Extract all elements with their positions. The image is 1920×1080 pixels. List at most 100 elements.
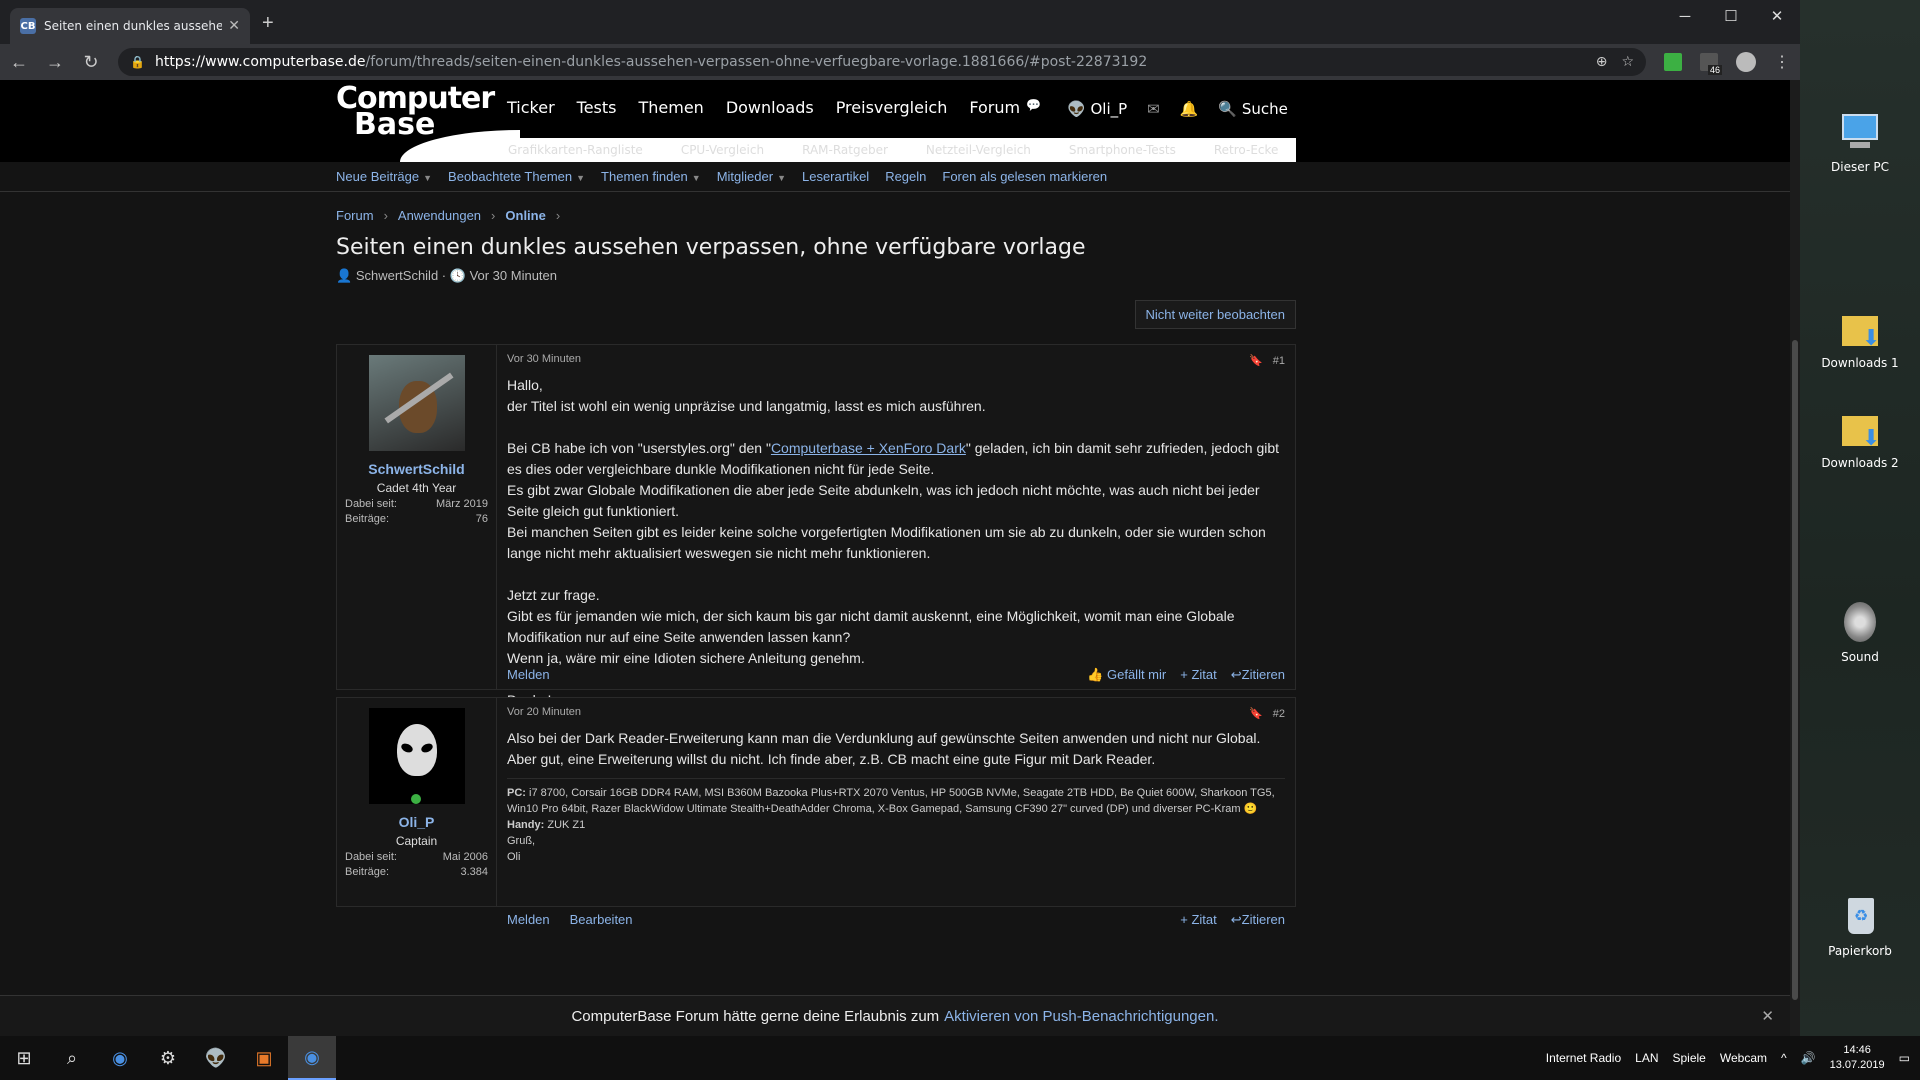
post-line: Es gibt zwar Globale Modifikationen die … [507,482,1260,519]
avatar[interactable] [368,708,465,804]
post-number-label[interactable]: #2 [1273,708,1285,720]
reply-button[interactable]: ↩Zitieren [1231,912,1285,928]
nav-tests[interactable]: Tests [577,98,617,117]
nav-beobachtete-themen[interactable]: Beobachtete Themen ▼ [448,169,585,184]
windows-start-icon[interactable]: ⊞ [0,1036,48,1080]
reply-arrow-icon: ↩ [1230,912,1242,927]
nav-ticker[interactable]: Ticker [507,98,555,117]
edit-link[interactable]: Bearbeiten [570,912,633,928]
chrome-active-icon[interactable]: ◉ [288,1036,336,1080]
reply-button[interactable]: ↩Zitieren [1231,667,1285,683]
reload-icon[interactable]: ↻ [82,52,100,73]
profile-avatar-icon[interactable] [1736,52,1756,72]
user-icon: 👤 [336,268,353,283]
thread-title: Seiten einen dunkles aussehen verpassen,… [336,235,1086,260]
notification-center-icon[interactable]: ▭ [1899,1051,1910,1065]
tv-app-icon[interactable]: ▣ [240,1036,288,1080]
desktop-icon-downloads-1[interactable]: ⬇ Downloads 1 [1808,304,1912,370]
quick-link[interactable]: Smartphone-Tests [1069,143,1176,157]
thread-author[interactable]: SchwertSchild [356,268,438,283]
desktop-icon-this-pc[interactable]: Dieser PC [1808,108,1912,174]
enable-push-link[interactable]: Aktivieren von Push-Benachrichtigungen. [944,1008,1218,1025]
nav-themen-finden[interactable]: Themen finden ▼ [601,169,701,184]
toolbar-lan[interactable]: LAN [1635,1051,1658,1065]
minimize-icon[interactable]: ─ [1662,0,1708,32]
address-bar[interactable]: 🔒 https://www.computerbase.de/forum/thre… [118,48,1646,76]
report-link[interactable]: Melden [507,667,550,683]
report-link[interactable]: Melden [507,912,550,928]
forward-icon[interactable]: → [46,52,64,73]
crumb-forum[interactable]: Forum [336,208,374,223]
quote-button[interactable]: + Zitat [1180,667,1217,683]
close-tab-icon[interactable]: ✕ [228,18,240,34]
nav-mark-read[interactable]: Foren als gelesen markieren [942,169,1107,184]
extension-badge-icon[interactable]: 46 [1700,53,1722,75]
quick-link[interactable]: RAM-Ratgeber [802,143,888,157]
extension-green-icon[interactable] [1664,53,1682,71]
bell-icon[interactable]: 🔔 [1180,100,1199,118]
tray-chevron-icon[interactable]: ^ [1781,1051,1787,1065]
back-icon[interactable]: ← [10,52,28,73]
new-tab-icon[interactable]: + [262,12,274,35]
quick-link[interactable]: Grafikkarten-Rangliste [508,143,643,157]
sig-pc: PC: i7 8700, Corsair 16GB DDR4 RAM, MSI … [507,785,1285,817]
search-icon[interactable]: ⌕ [48,1036,96,1080]
scrollbar-thumb[interactable] [1792,340,1798,1000]
browser-tab[interactable]: CB Seiten einen dunkles aussehen ve ✕ [10,8,250,44]
unwatch-button[interactable]: Nicht weiter beobachten [1134,300,1296,329]
user-menu[interactable]: 👽 Oli_P [1067,100,1127,118]
site-logo[interactable]: Computer Base [336,84,495,140]
post-username[interactable]: SchwertSchild [345,461,488,477]
mail-icon[interactable]: ✉ [1147,100,1160,118]
maximize-icon[interactable]: ☐ [1708,0,1754,32]
post-time[interactable]: Vor 20 Minuten [507,706,1285,718]
nav-downloads[interactable]: Downloads [726,98,814,117]
close-banner-icon[interactable]: ✕ [1761,1007,1774,1025]
post-body: Vor 30 Minuten 🔖 #1 Hallo, der Titel ist … [497,345,1295,708]
nav-leserartikel[interactable]: Leserartikel [802,169,869,184]
crumb-anwendungen[interactable]: Anwendungen [398,208,481,223]
avatar[interactable] [368,355,465,451]
nav-regeln[interactable]: Regeln [885,169,926,184]
quick-link[interactable]: CPU-Vergleich [681,143,764,157]
post-username[interactable]: Oli_P [345,814,488,830]
nav-themen[interactable]: Themen [638,98,703,117]
caret-down-icon: ▼ [777,173,786,183]
nav-label: Mitglieder [716,169,774,184]
clock[interactable]: 14:46 13.07.2019 [1830,1043,1885,1073]
toolbar-spiele[interactable]: Spiele [1673,1051,1706,1065]
toolbar-webcam[interactable]: Webcam [1720,1051,1767,1065]
bookmark-icon[interactable]: 🔖 [1249,355,1263,367]
chrome-icon[interactable]: ◉ [96,1036,144,1080]
sig-greeting: Gruß, [507,835,536,847]
alien-app-icon[interactable]: 👽 [192,1036,240,1080]
bookmark-icon[interactable]: 🔖 [1249,708,1263,720]
desktop-icon-sound[interactable]: Sound [1808,598,1912,664]
nav-forum[interactable]: Forum 💬 [969,98,1041,117]
install-icon[interactable]: ⊕ [1596,54,1608,70]
desktop-icon-downloads-2[interactable]: ⬇ Downloads 2 [1808,404,1912,470]
menu-kebab-icon[interactable]: ⋮ [1774,52,1790,72]
nav-preisvergleich[interactable]: Preisvergleich [836,98,948,117]
steam-icon[interactable]: ⚙ [144,1036,192,1080]
sig-label: Handy: [507,819,545,831]
toolbar-internet-radio[interactable]: Internet Radio [1546,1051,1621,1065]
desktop-icon-recycle-bin[interactable]: ♻ Papierkorb [1808,892,1912,958]
quick-link[interactable]: Retro-Ecke [1214,143,1279,157]
crumb-online[interactable]: Online [505,208,545,223]
taskbar: ⊞ ⌕ ◉ ⚙ 👽 ▣ ◉ Internet Radio LAN Spiele … [0,1036,1920,1080]
post-number-label[interactable]: #1 [1273,355,1285,367]
bookmark-star-icon[interactable]: ☆ [1621,54,1634,70]
nav-mitglieder[interactable]: Mitglieder ▼ [717,169,786,184]
close-window-icon[interactable]: ✕ [1754,0,1800,32]
quote-button[interactable]: + Zitat [1180,912,1217,928]
quick-link[interactable]: Netzteil-Vergleich [926,143,1031,157]
stat-value: März 2019 [436,498,488,510]
nav-neue-beitraege[interactable]: Neue Beiträge ▼ [336,169,432,184]
post-time[interactable]: Vor 30 Minuten [507,353,1285,365]
userstyle-link[interactable]: Computerbase + XenForo Dark [771,440,966,456]
like-button[interactable]: 👍 Gefällt mir [1087,667,1166,683]
volume-icon[interactable]: 🔊 [1801,1051,1816,1065]
page-scrollbar[interactable] [1790,80,1800,1036]
search-link[interactable]: 🔍 Suche [1218,100,1287,118]
